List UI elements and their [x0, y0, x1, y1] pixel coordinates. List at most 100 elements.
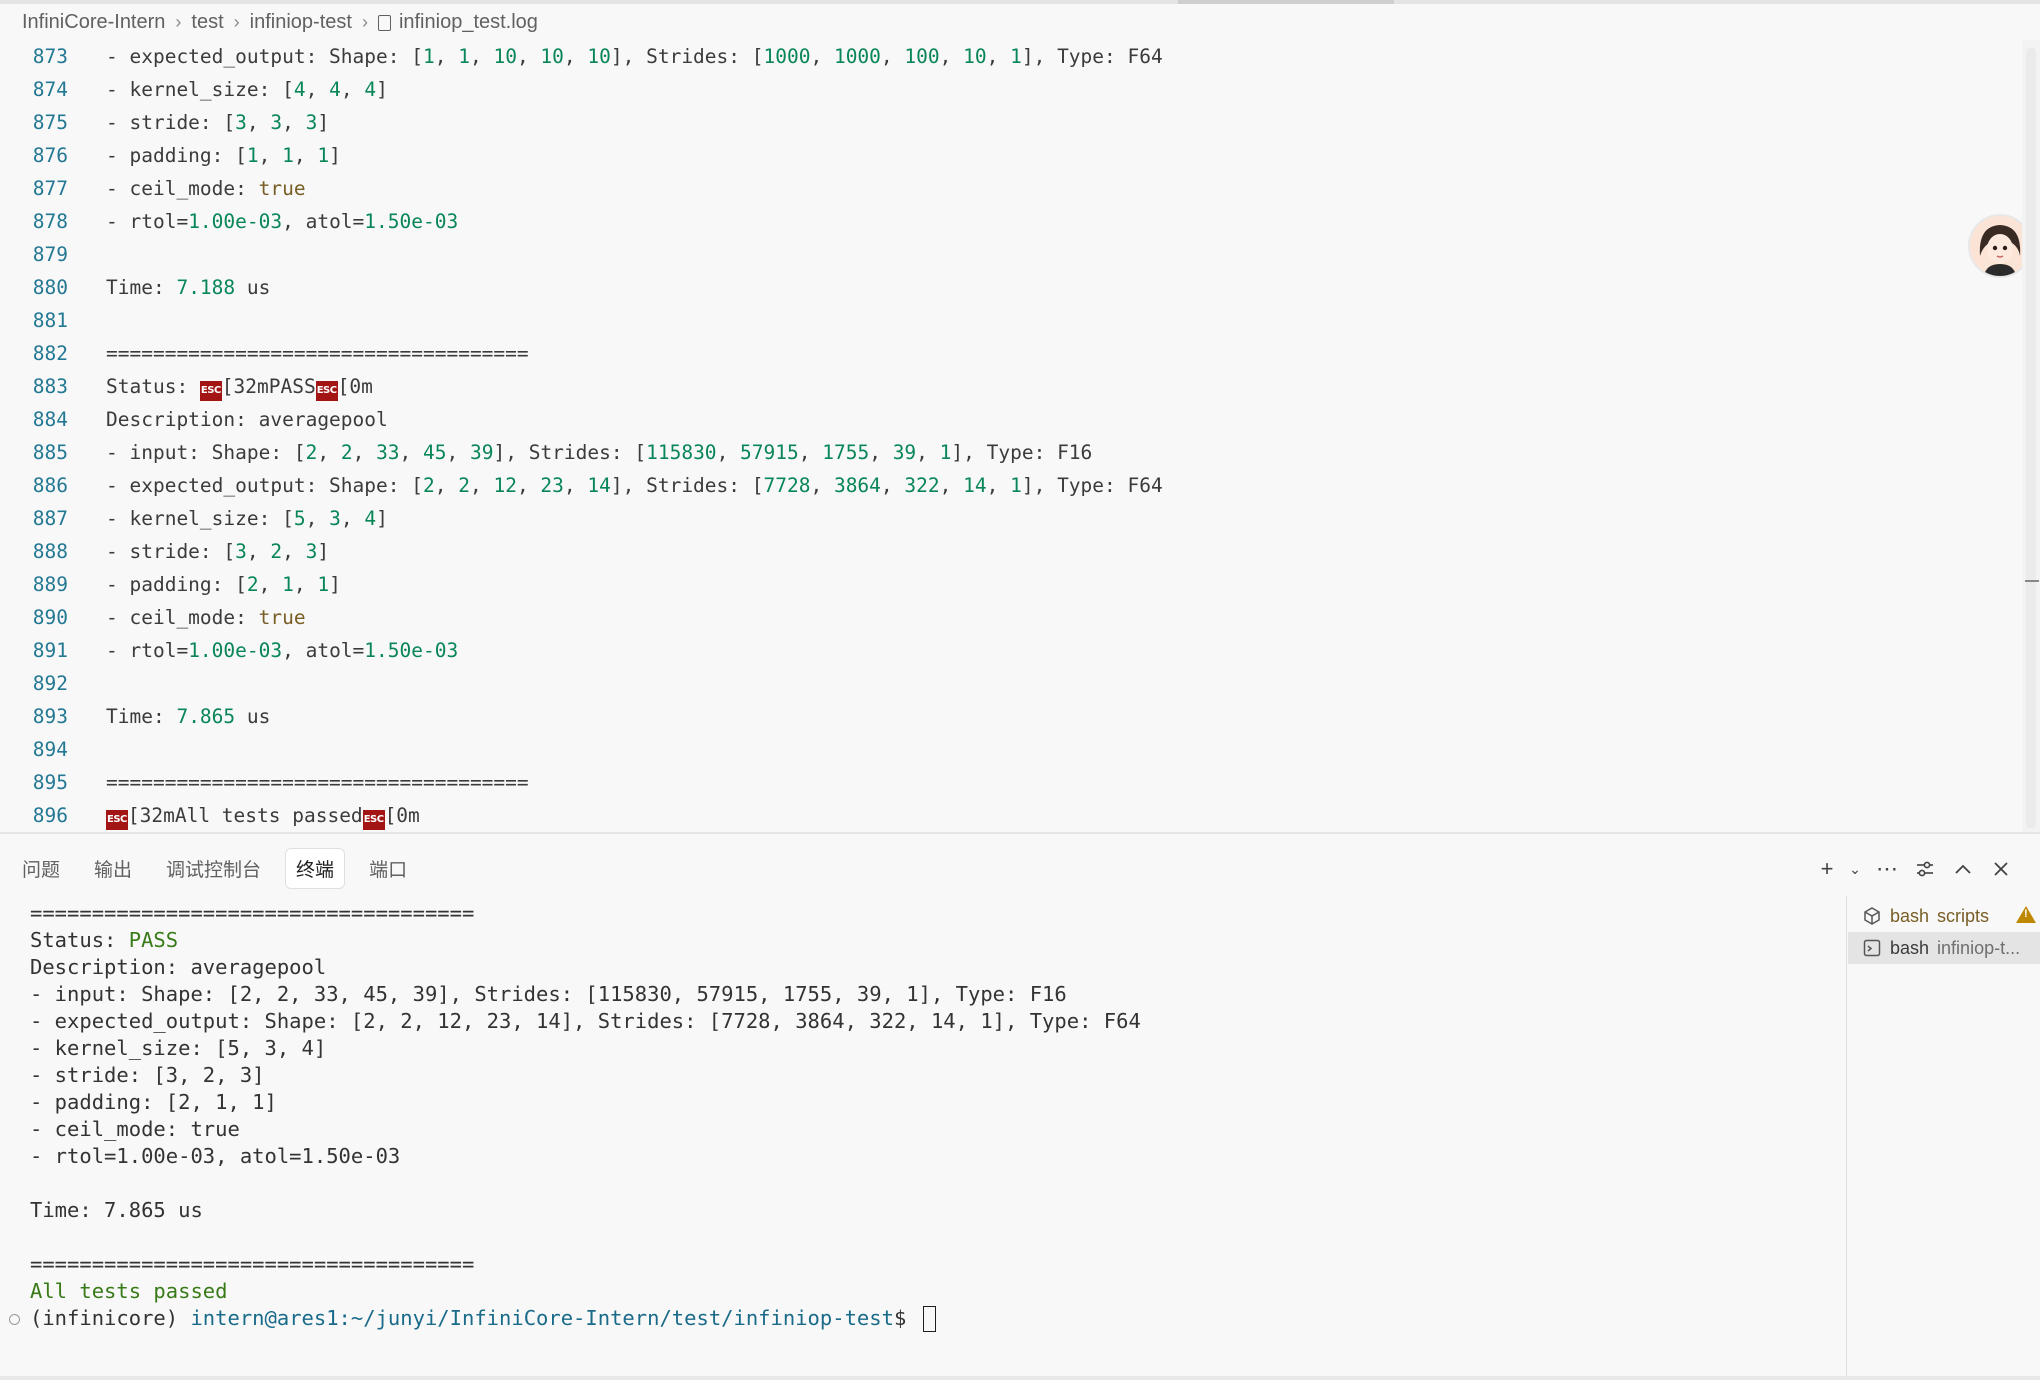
terminal-output[interactable]: ==================================== Stat…	[0, 900, 1846, 1380]
tab-debug-console[interactable]: 调试控制台	[156, 849, 271, 888]
panel-tabs: 问题 输出 调试控制台 终端 端口	[12, 846, 431, 890]
line-number: 888	[32, 540, 68, 563]
terminal-list-item-scripts[interactable]: bash scripts	[1848, 900, 2040, 932]
prompt-env: (infinicore)	[30, 1306, 191, 1330]
line-content: ====================================	[106, 342, 529, 365]
tab-problems[interactable]: 问题	[12, 849, 70, 888]
terminal-detail: scripts	[1937, 905, 1990, 926]
line-number: 875	[32, 111, 68, 134]
terminal-line: - rtol=1.00e-03, atol=1.50e-03	[30, 1144, 401, 1168]
chevron-right-icon: ›	[175, 11, 182, 32]
line-number: 895	[32, 771, 68, 794]
terminal-line: All tests passed	[30, 1279, 228, 1303]
breadcrumb: InfiniCore-Intern › test › infiniop-test…	[22, 4, 538, 40]
escape-char-badge: ESC	[199, 380, 222, 401]
editor-text-area[interactable]: 873 - expected_output: Shape: [1, 1, 10, …	[0, 40, 2020, 832]
line-number: 890	[32, 606, 68, 629]
escape-char-badge: ESC	[315, 380, 338, 401]
line-content: - rtol=1.00e-03, atol=1.50e-03	[106, 210, 459, 233]
terminal-line: - kernel_size: [5, 3, 4]	[30, 1036, 327, 1060]
line-content: - rtol=1.00e-03, atol=1.50e-03	[106, 639, 459, 662]
line-number: 874	[32, 78, 68, 101]
line-content: - kernel_size: [4, 4, 4]	[106, 78, 388, 101]
line-content: - ceil_mode: true	[106, 177, 306, 200]
breadcrumb-item-test[interactable]: test	[191, 11, 223, 34]
terminal-line: - stride: [3, 2, 3]	[30, 1063, 265, 1087]
terminal-detail: infiniop-t...	[1937, 937, 2021, 958]
line-number: 885	[32, 441, 68, 464]
line-number: 876	[32, 144, 68, 167]
prompt-status-icon	[9, 1314, 20, 1325]
line-content: - stride: [3, 3, 3]	[106, 111, 330, 134]
terminal-line: - padding: [2, 1, 1]	[30, 1090, 277, 1114]
avatar-icon	[1970, 216, 2030, 276]
terminal-line: ====================================	[30, 901, 475, 925]
chevron-right-icon: ›	[233, 11, 240, 32]
line-content: - padding: [2, 1, 1]	[106, 573, 341, 596]
line-content: - expected_output: Shape: [2, 2, 12, 23,…	[106, 474, 1163, 497]
terminal-line: - ceil_mode: true	[30, 1117, 240, 1141]
line-content: Description: averagepool	[106, 408, 388, 431]
line-number: 873	[32, 45, 68, 68]
line-number: 887	[32, 507, 68, 530]
line-content: ESC[32mAll tests passedESC[0m	[106, 799, 420, 832]
line-number: 893	[32, 705, 68, 728]
terminal-split-icon	[1862, 938, 1882, 958]
settings-sliders-icon[interactable]	[1908, 852, 1942, 886]
terminal-line: ====================================	[30, 1252, 475, 1276]
line-content: - kernel_size: [5, 3, 4]	[106, 507, 388, 530]
line-number: 891	[32, 639, 68, 662]
tab-terminal[interactable]: 终端	[285, 847, 346, 889]
terminal-line: Description: averagepool	[30, 955, 327, 979]
breadcrumb-item-folder[interactable]: infiniop-test	[250, 11, 352, 34]
terminal-line: - input: Shape: [2, 2, 33, 45, 39], Stri…	[30, 982, 1067, 1006]
line-content: - expected_output: Shape: [1, 1, 10, 10,…	[106, 45, 1163, 68]
terminal-prompt[interactable]: (infinicore) intern@ares1:~/junyi/Infini…	[30, 1305, 936, 1332]
editor-scrollbar[interactable]	[2022, 40, 2040, 832]
line-content: Status: ESC[32mPASSESC[0m	[106, 370, 373, 403]
tab-ports[interactable]: 端口	[359, 849, 417, 888]
terminal-list-item-infiniop[interactable]: bash infiniop-t...	[1848, 932, 2040, 964]
plus-icon[interactable]: +	[1810, 852, 1844, 886]
line-number: 894	[32, 738, 68, 761]
more-icon[interactable]: ⋯	[1870, 852, 1904, 886]
line-number: 878	[32, 210, 68, 233]
line-number: 877	[32, 177, 68, 200]
panel-actions: + ⌄ ⋯	[1806, 852, 2018, 886]
terminal-list: bash scripts bash infiniop-t...	[1846, 896, 2040, 1380]
escape-char-badge: ESC	[362, 809, 385, 830]
cube-icon	[1862, 906, 1882, 926]
line-number: 882	[32, 342, 68, 365]
line-number: 896	[32, 804, 68, 827]
scrollbar-cursor-marker	[2025, 580, 2039, 582]
line-number: 892	[32, 672, 68, 695]
line-content: ====================================	[106, 771, 529, 794]
chevron-down-icon[interactable]: ⌄	[1844, 852, 1866, 886]
line-content: - padding: [1, 1, 1]	[106, 144, 341, 167]
scrollbar-thumb[interactable]	[2026, 48, 2036, 828]
line-number: 884	[32, 408, 68, 431]
line-content: Time: 7.188 us	[106, 276, 271, 299]
escape-char-badge: ESC	[106, 809, 128, 830]
window-bottom-border	[0, 1376, 2040, 1380]
line-number: 883	[32, 375, 68, 398]
close-icon[interactable]	[1984, 852, 2018, 886]
terminal-name: bash	[1890, 905, 1930, 926]
terminal-line: Status: PASS	[30, 928, 179, 952]
line-content: Time: 7.865 us	[106, 705, 271, 728]
terminal-name: bash	[1890, 937, 1930, 958]
line-number: 886	[32, 474, 68, 497]
line-number: 889	[32, 573, 68, 596]
chevron-right-icon: ›	[361, 11, 368, 32]
breadcrumb-item-file[interactable]: infiniop_test.log	[399, 11, 538, 34]
tab-bar-indicator	[1178, 0, 1394, 4]
breadcrumb-item-root[interactable]: InfiniCore-Intern	[22, 11, 165, 34]
terminal-line: Time: 7.865 us	[30, 1198, 203, 1222]
tab-output[interactable]: 输出	[84, 849, 142, 888]
chevron-up-icon[interactable]	[1946, 852, 1980, 886]
prompt-symbol: $	[893, 1306, 919, 1330]
file-icon	[377, 15, 391, 31]
panel-divider[interactable]	[0, 832, 2040, 834]
warning-icon	[2016, 906, 2036, 923]
line-content: - ceil_mode: true	[106, 606, 306, 629]
